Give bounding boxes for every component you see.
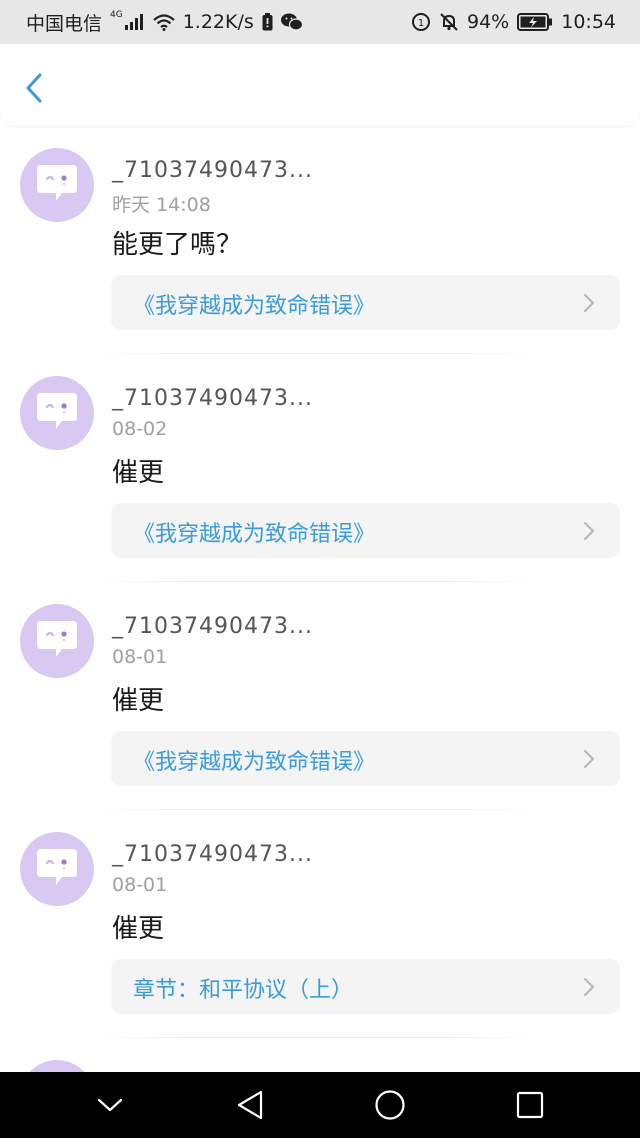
avatar[interactable] — [20, 832, 94, 906]
chevron-down-icon — [97, 1098, 123, 1112]
comment-item: _71037490473... 昨天 14:08 能更了嗎？ 《我穿越成为致命错… — [0, 126, 640, 354]
home-circle-icon — [375, 1090, 405, 1120]
book-link-title: 《我穿越成为致命错误》 — [133, 750, 376, 775]
comment-date: 昨天 14:08 — [112, 194, 211, 216]
book-link-card[interactable]: 《我穿越成为致命错误》 — [111, 731, 620, 786]
comment-username[interactable]: _71037490473... — [112, 842, 313, 867]
comment-date: 08-01 — [112, 874, 168, 896]
avatar[interactable] — [20, 1060, 94, 1072]
network-type: 4G — [110, 10, 123, 20]
signal-icon — [124, 14, 145, 30]
comment-username[interactable]: _71037490473... — [112, 614, 313, 639]
chat-bubble-face-icon — [37, 621, 77, 657]
comment-username[interactable]: _71037490473... — [112, 158, 313, 183]
comment-text: 催更 — [112, 914, 165, 944]
svg-text:1: 1 — [418, 18, 424, 29]
book-link-title: 《我穿越成为致命错误》 — [133, 294, 376, 319]
comment-date: 08-02 — [112, 418, 168, 440]
comment-text: 能更了嗎？ — [112, 230, 243, 260]
comment-text: 催更 — [112, 458, 165, 488]
battery-charging-icon — [517, 13, 553, 31]
comment-text: 催更 — [112, 686, 165, 716]
status-bar-right: 1 94% 10:54 — [411, 11, 616, 33]
comment-date: 08-01 — [112, 646, 168, 668]
data-saver-icon: 1 — [411, 12, 431, 32]
nav-back-button[interactable] — [225, 1080, 275, 1130]
comment-item: _71037490473... 08-01 催更 章节：和平协议（上） — [0, 810, 640, 1038]
divider — [100, 1037, 530, 1038]
nav-home-button[interactable] — [365, 1080, 415, 1130]
carrier-name: 中国电信 — [26, 12, 103, 35]
status-bar: 中国电信 4G 1.22K/s 1 94% 10:54 — [0, 0, 640, 44]
status-bar-left: 中国电信 4G 1.22K/s — [26, 9, 303, 36]
book-link-card[interactable]: 《我穿越成为致命错误》 — [111, 503, 620, 558]
hide-nav-button[interactable] — [85, 1080, 135, 1130]
chat-bubble-face-icon — [37, 393, 77, 429]
book-link-card[interactable]: 《我穿越成为致命错误》 — [111, 275, 620, 330]
comment-username[interactable]: _71037490473... — [112, 386, 313, 411]
avatar[interactable] — [20, 148, 94, 222]
battery-alert-icon — [262, 13, 273, 31]
chevron-right-icon — [584, 978, 594, 996]
wifi-icon — [152, 13, 175, 31]
comment-item: _71037490473... 08-02 催更 《我穿越成为致命错误》 — [0, 354, 640, 582]
back-triangle-icon — [237, 1090, 263, 1120]
comment-item: _71037490473... 08-01 催更 《我穿越成为致命错误》 — [0, 582, 640, 810]
back-button[interactable] — [16, 70, 52, 106]
network-speed: 1.22K/s — [182, 11, 254, 33]
nav-recents-button[interactable] — [505, 1080, 555, 1130]
app-header — [0, 44, 640, 126]
recents-square-icon — [516, 1091, 544, 1119]
chapter-link-card[interactable]: 章节：和平协议（上） — [111, 959, 620, 1014]
wechat-icon — [280, 13, 303, 31]
book-link-title: 《我穿越成为致命错误》 — [133, 522, 376, 547]
mute-icon — [439, 12, 459, 32]
chevron-left-icon — [26, 73, 42, 103]
system-nav-bar — [0, 1072, 640, 1138]
clock: 10:54 — [561, 11, 616, 33]
avatar[interactable] — [20, 376, 94, 450]
chevron-right-icon — [584, 294, 594, 312]
chat-bubble-face-icon — [37, 849, 77, 885]
chevron-right-icon — [584, 750, 594, 768]
comments-list: _71037490473... 昨天 14:08 能更了嗎？ 《我穿越成为致命错… — [0, 126, 640, 1072]
chevron-right-icon — [584, 522, 594, 540]
chapter-link-title: 章节：和平协议（上） — [133, 978, 354, 1003]
avatar[interactable] — [20, 604, 94, 678]
battery-percent: 94% — [467, 11, 510, 33]
chat-bubble-face-icon — [37, 165, 77, 201]
